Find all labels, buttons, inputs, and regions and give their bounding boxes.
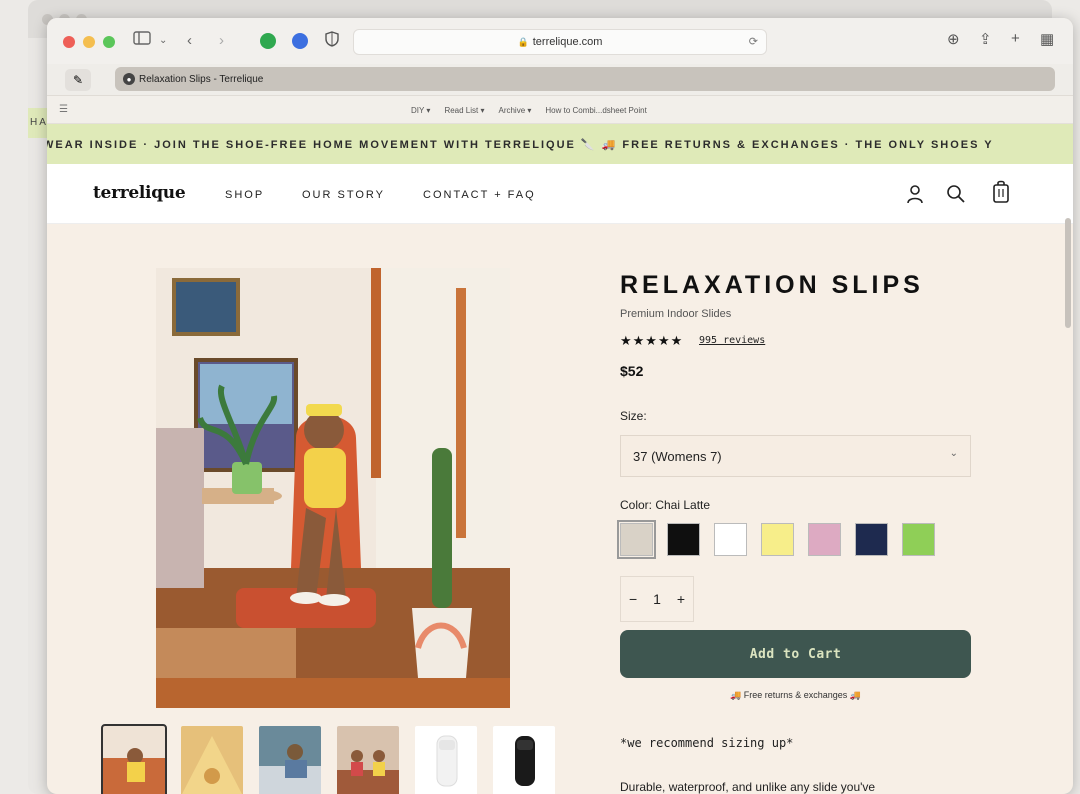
- thumbnail-3[interactable]: [259, 726, 321, 794]
- product-hero-image[interactable]: [156, 268, 510, 708]
- product-thumbnails: [101, 724, 555, 794]
- nav-link-contact-faq[interactable]: CONTACT + FAQ: [423, 189, 536, 201]
- bookmark-item[interactable]: Read List ▾: [444, 106, 484, 115]
- address-bar-url: terrelique.com: [532, 36, 603, 48]
- site-header: terrelique SHOP OUR STORY CONTACT + FAQ: [47, 164, 1073, 224]
- color-swatch[interactable]: [902, 523, 935, 556]
- product-title: RELAXATION SLIPS: [620, 271, 924, 299]
- grammarly-extension-icon[interactable]: [260, 33, 276, 49]
- product-description: Durable, waterproof, and unlike any slid…: [620, 780, 876, 794]
- bookmark-item[interactable]: How to Combi...dsheet Point: [545, 106, 646, 115]
- size-select[interactable]: 37 (Womens 7) ⌄: [620, 435, 971, 477]
- new-tab-icon[interactable]: +: [1011, 30, 1020, 47]
- download-icon[interactable]: ⊕: [947, 30, 960, 48]
- globe-icon: ●: [123, 73, 135, 85]
- thumbnail-1[interactable]: [101, 724, 167, 794]
- close-window-button[interactable]: [63, 36, 75, 48]
- cart-icon[interactable]: [991, 180, 1011, 203]
- tab-relaxation-slips[interactable]: ● Relaxation Slips - Terrelique: [115, 67, 1055, 91]
- reading-list-icon[interactable]: ☰: [59, 104, 68, 115]
- nav-link-our-story[interactable]: OUR STORY: [302, 189, 385, 201]
- shield-icon[interactable]: [325, 31, 339, 53]
- color-swatches: [617, 520, 935, 559]
- thumbnail-2[interactable]: [181, 726, 243, 794]
- search-icon[interactable]: [946, 184, 966, 204]
- size-label: Size:: [620, 409, 647, 423]
- tab-overview-icon[interactable]: ▦: [1040, 30, 1054, 48]
- bookmark-item[interactable]: Archive ▾: [498, 106, 531, 115]
- page-scrollbar[interactable]: [1065, 218, 1071, 328]
- color-swatch[interactable]: [761, 523, 794, 556]
- color-swatch[interactable]: [617, 520, 656, 559]
- sidebar-toggle-icon[interactable]: [133, 31, 151, 51]
- color-swatch[interactable]: [667, 523, 700, 556]
- quantity-value[interactable]: 1: [653, 591, 661, 607]
- thumbnail-4[interactable]: [337, 726, 399, 794]
- thumbnail-5[interactable]: [415, 726, 477, 794]
- lock-icon: 🔒: [517, 36, 529, 47]
- account-icon[interactable]: [905, 184, 925, 204]
- rating-stars: ★★★★★: [620, 333, 684, 348]
- bookmark-list: DIY ▾ Read List ▾ Archive ▾ How to Combi...…: [411, 106, 647, 115]
- bookmark-item[interactable]: DIY ▾: [411, 106, 430, 115]
- chevron-down-icon: ⌄: [949, 448, 958, 459]
- window-controls: [63, 36, 115, 48]
- chevron-down-icon[interactable]: ⌄: [159, 31, 167, 51]
- color-label: Color: Chai Latte: [620, 498, 711, 512]
- bookmarks-bar: ☰ DIY ▾ Read List ▾ Archive ▾ How to Combi.…: [47, 96, 1073, 124]
- thumbnail-6[interactable]: [493, 726, 555, 794]
- password-extension-icon[interactable]: [292, 33, 308, 49]
- back-icon[interactable]: ‹: [187, 31, 192, 51]
- product-price: $52: [620, 363, 644, 379]
- announcement-bar: WEAR INSIDE · JOIN THE SHOE-FREE HOME MO…: [47, 124, 1073, 164]
- color-swatch[interactable]: [808, 523, 841, 556]
- size-select-value: 37 (Womens 7): [633, 448, 722, 464]
- color-swatch[interactable]: [714, 523, 747, 556]
- quantity-stepper: − 1 +: [620, 576, 694, 622]
- free-returns-text: 🚚 Free returns & exchanges 🚚: [730, 690, 861, 700]
- increase-quantity-button[interactable]: +: [677, 591, 685, 607]
- product-subtitle: Premium Indoor Slides: [620, 308, 732, 320]
- zoom-window-button[interactable]: [103, 36, 115, 48]
- minimize-window-button[interactable]: [83, 36, 95, 48]
- browser-window: ⌄ ‹ › 🔒 terrelique.com ⟳ ⊕ ⇪ + ▦ ✎ ● Rel…: [47, 18, 1073, 794]
- reviews-link[interactable]: 995 reviews: [699, 335, 765, 346]
- browser-toolbar: ⌄ ‹ › 🔒 terrelique.com ⟳ ⊕ ⇪ + ▦: [47, 18, 1073, 64]
- sizing-note: *we recommend sizing up*: [620, 736, 794, 750]
- tab-bar: ✎ ● Relaxation Slips - Terrelique: [47, 64, 1073, 96]
- decrease-quantity-button[interactable]: −: [629, 591, 637, 607]
- add-to-cart-button[interactable]: Add to Cart: [620, 630, 971, 678]
- site-logo[interactable]: terrelique: [93, 183, 186, 203]
- nav-link-shop[interactable]: SHOP: [225, 189, 264, 201]
- address-bar[interactable]: 🔒 terrelique.com ⟳: [353, 29, 767, 55]
- share-icon[interactable]: ⇪: [979, 30, 992, 48]
- announcement-text: WEAR INSIDE · JOIN THE SHOE-FREE HOME MO…: [47, 139, 994, 151]
- reload-icon[interactable]: ⟳: [749, 35, 758, 48]
- forward-icon[interactable]: ›: [219, 31, 224, 51]
- tab-title: Relaxation Slips - Terrelique: [139, 73, 264, 85]
- color-swatch[interactable]: [855, 523, 888, 556]
- pinned-tab[interactable]: ✎: [65, 69, 91, 91]
